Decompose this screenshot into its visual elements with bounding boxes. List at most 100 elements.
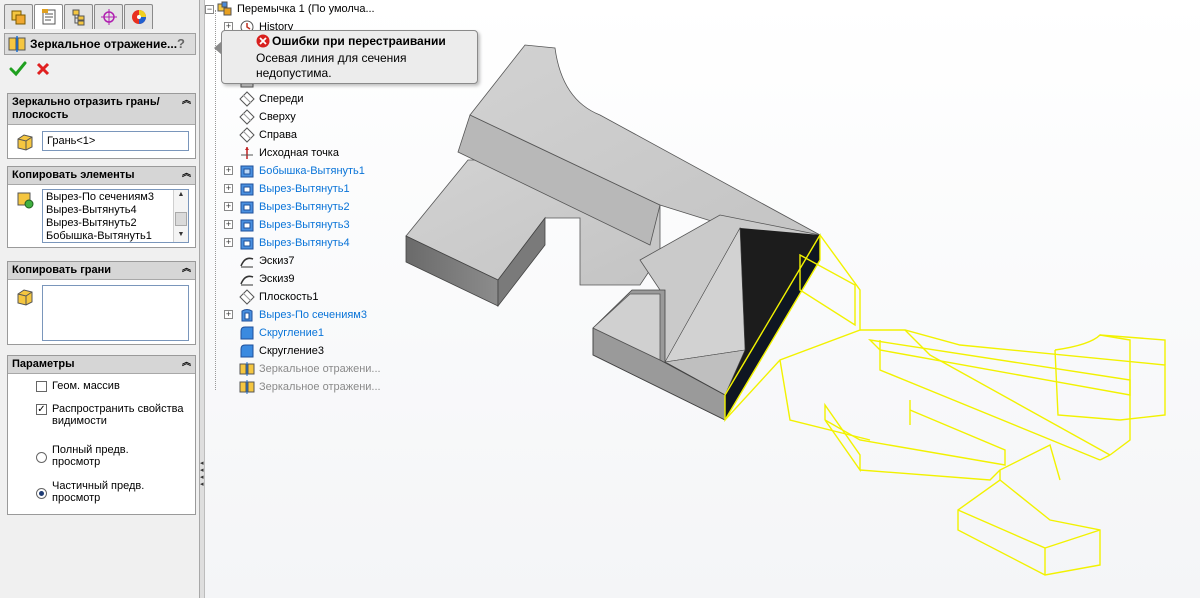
copy-features-items: Вырез-По сечениям3 Вырез-Вытянуть4 Вырез-В… <box>43 191 188 242</box>
tree-node[interactable]: Спереди <box>239 91 304 107</box>
face-icon <box>17 134 33 151</box>
scroll-thumb[interactable] <box>175 212 187 226</box>
display-manager-icon <box>131 10 146 24</box>
display-manager-tab[interactable] <box>124 4 153 29</box>
expand-toggle-icon[interactable]: + <box>224 238 233 247</box>
tree-node-label: Скругление3 <box>259 345 325 357</box>
propagate-visual-option[interactable]: ✓ Распространить свойства видимости <box>36 403 191 427</box>
close-icon <box>36 62 50 76</box>
expand-toggle-icon[interactable]: + <box>224 310 233 319</box>
propagate-visual-checkbox[interactable]: ✓ <box>36 404 47 415</box>
tree-node-label: Эскиз7 <box>259 255 295 267</box>
tree-node[interactable]: + Вырез-Вытянуть3 <box>224 217 350 233</box>
mirror-face-group: Зеркально отразить грань/плоскость ︽ Гра… <box>7 93 196 159</box>
expand-toggle-icon[interactable]: + <box>224 166 233 175</box>
scroll-up-icon[interactable]: ▲ <box>175 191 187 201</box>
tree-node-label: Сверху <box>259 111 296 123</box>
feature-manager-icon <box>11 10 25 25</box>
property-manager-icon <box>41 9 55 25</box>
dimxpert-icon <box>100 9 117 25</box>
plane-icon <box>239 289 255 305</box>
boss-extrude-icon <box>240 165 254 178</box>
copy-features-list-item[interactable]: Вырез-По сечениям3 <box>43 191 188 204</box>
tree-node-label: Скругление1 <box>259 327 325 339</box>
ok-button[interactable] <box>9 61 27 77</box>
dimxpert-tab[interactable] <box>94 4 123 29</box>
tree-node[interactable]: Справа <box>239 127 297 143</box>
tree-node-label: Справа <box>259 129 297 141</box>
property-manager-tab[interactable] <box>34 4 63 29</box>
copy-features-list-item[interactable]: Бобышка-Вытянуть1 <box>43 230 188 242</box>
tree-node[interactable]: Эскиз9 <box>239 271 295 287</box>
collapse-icon[interactable]: ︽ <box>182 358 191 367</box>
configuration-manager-icon <box>72 9 84 26</box>
expand-toggle-icon[interactable]: + <box>224 202 233 211</box>
sketch-icon <box>240 275 254 286</box>
tree-node[interactable]: + Вырез-Вытянуть4 <box>224 235 350 251</box>
mirror-face-header[interactable]: Зеркально отразить грань/плоскость ︽ <box>8 94 195 125</box>
full-preview-option[interactable]: Полный предв. просмотр <box>36 444 186 468</box>
help-button[interactable]: ? <box>177 36 191 51</box>
mirror-icon <box>8 36 26 52</box>
mirror-face-input[interactable]: Грань<1> <box>42 131 189 151</box>
feature-select-icon <box>17 192 34 209</box>
mirror-icon <box>239 362 255 376</box>
fillet-icon <box>240 326 254 340</box>
options-header[interactable]: Параметры ︽ <box>8 356 195 374</box>
collapse-icon[interactable]: ︽ <box>182 264 191 273</box>
tree-node[interactable]: Эскиз7 <box>239 253 295 269</box>
tree-node[interactable]: + Бобышка-Вытянуть1 <box>224 163 365 179</box>
checkmark-icon <box>9 61 27 77</box>
tree-node-label: Вырез-Вытянуть4 <box>259 237 350 249</box>
copy-features-scrollbar[interactable]: ▲ ▼ <box>173 190 188 242</box>
tree-node-label: Вырез-Вытянуть1 <box>259 183 350 195</box>
cancel-button[interactable] <box>35 61 51 77</box>
copy-features-list-item[interactable]: Вырез-Вытянуть2 <box>43 217 188 230</box>
feature-manager-tab[interactable] <box>4 4 33 29</box>
partial-preview-option[interactable]: Частичный предв. просмотр <box>36 480 186 504</box>
fillet-icon <box>240 344 254 358</box>
property-manager-title: Зеркальное отражение... ? <box>4 33 196 55</box>
tree-node[interactable]: Плоскость1 <box>239 289 319 305</box>
copy-features-list-item[interactable]: Вырез-Вытянуть4 <box>43 204 188 217</box>
plane-icon <box>239 91 255 107</box>
tree-node[interactable]: Зеркальное отражени... <box>239 379 381 395</box>
copy-faces-header[interactable]: Копировать грани ︽ <box>8 262 195 280</box>
manager-tabs <box>4 4 154 30</box>
tree-node[interactable]: Сверху <box>239 109 296 125</box>
geometry-pattern-checkbox[interactable] <box>36 381 47 392</box>
error-icon <box>256 34 270 48</box>
collapse-icon[interactable]: ︽ <box>182 169 191 178</box>
tree-node[interactable]: + Вырез-По сечениям3 <box>224 307 367 323</box>
tree-node-label: Бобышка-Вытянуть1 <box>259 165 365 177</box>
sketch-icon <box>240 257 254 268</box>
tree-node[interactable]: + Вырез-Вытянуть1 <box>224 181 350 197</box>
collapse-icon[interactable]: ︽ <box>182 96 191 105</box>
tree-node[interactable]: Исходная точка <box>239 145 339 161</box>
configuration-manager-tab[interactable] <box>64 4 93 29</box>
copy-faces-list[interactable] <box>42 285 189 341</box>
expand-toggle-icon[interactable]: + <box>224 220 233 229</box>
origin-icon <box>241 147 253 159</box>
collapse-toggle-icon[interactable]: − <box>205 4 214 14</box>
cut-extrude-icon <box>240 201 254 214</box>
copy-features-list[interactable]: Вырез-По сечениям3 Вырез-Вытянуть4 Вырез-В… <box>42 189 189 243</box>
tree-node-label: Эскиз9 <box>259 273 295 285</box>
tree-node-label: Вырез-Вытянуть2 <box>259 201 350 213</box>
tree-node-label: Исходная точка <box>259 147 339 159</box>
full-preview-radio[interactable] <box>36 452 47 463</box>
tree-node[interactable]: + Вырез-Вытянуть2 <box>224 199 350 215</box>
scroll-down-icon[interactable]: ▼ <box>175 231 187 241</box>
tree-node[interactable]: Скругление1 <box>239 325 324 341</box>
geometry-pattern-option[interactable]: Геом. массив <box>36 380 120 392</box>
copy-features-header[interactable]: Копировать элементы ︽ <box>8 167 195 185</box>
expand-toggle-icon[interactable]: + <box>224 184 233 193</box>
copy-features-group: Копировать элементы ︽ Вырез-По сечениям3… <box>7 166 196 248</box>
tree-root[interactable]: − Перемычка 1 (По умолча... <box>205 1 375 17</box>
splitter-grip-icon[interactable]: ◂ ◂ ◂ ◂ <box>200 460 204 490</box>
tree-node[interactable]: Скругление3 <box>239 343 324 359</box>
cut-extrude-icon <box>240 183 254 196</box>
tree-node[interactable]: Зеркальное отражени... <box>239 361 381 377</box>
partial-preview-radio[interactable] <box>36 488 47 499</box>
tooltip-arrow <box>214 41 222 55</box>
